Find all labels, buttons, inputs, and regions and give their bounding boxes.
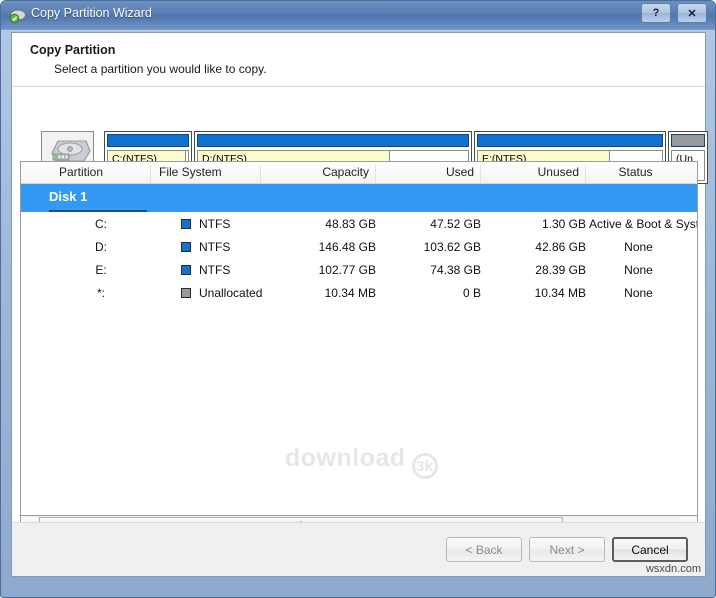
partition-head-bar [477, 134, 663, 147]
disk-group-label: Disk 1 [49, 189, 88, 204]
column-header-capacity[interactable]: Capacity [261, 165, 376, 183]
filesystem-color-swatch [181, 265, 191, 275]
cell-partition: C: [95, 217, 107, 231]
cell-status: Active & Boot & Syste [589, 217, 698, 231]
window-title: Copy Partition Wizard [31, 6, 152, 20]
cancel-button[interactable]: Cancel [612, 537, 688, 562]
cell-status: None [624, 286, 653, 300]
watermark-badge: 3k [411, 453, 438, 479]
cell-used: 0 B [462, 286, 481, 300]
filesystem-color-swatch [181, 219, 191, 229]
column-header-partition[interactable]: Partition [51, 165, 151, 183]
partition-list[interactable]: Partition File System Capacity Used Unus… [20, 161, 698, 516]
title-bar: Copy Partition Wizard ? ✕ [1, 1, 715, 30]
cell-used: 74.38 GB [430, 263, 481, 277]
table-group-row-disk-1[interactable]: Disk 1 [21, 184, 697, 212]
cell-partition: D: [95, 240, 107, 254]
cell-used: 103.62 GB [423, 240, 481, 254]
cell-used: 47.52 GB [430, 217, 481, 231]
column-header-used[interactable]: Used [376, 165, 481, 183]
cell-partition: E: [95, 263, 107, 277]
column-header-file-system[interactable]: File System [151, 165, 261, 183]
watermark-text: download [285, 444, 406, 472]
download-watermark: download 3k [285, 444, 438, 479]
wizard-client-area: Copy Partition Select a partition you wo… [11, 32, 708, 577]
disk-wizard-icon [9, 7, 26, 24]
cell-file-system: NTFS [199, 263, 231, 277]
cell-file-system: Unallocated [199, 286, 263, 300]
cell-status: None [624, 240, 653, 254]
next-button[interactable]: Next > [529, 537, 605, 562]
wizard-button-bar: < Back Next > Cancel wsxdn.com [12, 522, 705, 576]
column-header-unused[interactable]: Unused [481, 165, 586, 183]
partition-head-bar [671, 134, 705, 147]
close-button[interactable]: ✕ [677, 3, 707, 23]
cell-capacity: 146.48 GB [318, 240, 376, 254]
wizard-header: Copy Partition Select a partition you wo… [12, 33, 705, 87]
cell-capacity: 48.83 GB [325, 217, 376, 231]
cell-unused: 1.30 GB [541, 217, 586, 231]
table-row[interactable]: C: NTFS 48.83 GB 47.52 GB 1.30 GB Active… [21, 213, 697, 236]
cell-file-system: NTFS [199, 240, 231, 254]
cell-unused: 10.34 MB [534, 286, 586, 300]
partition-head-bar [197, 134, 469, 147]
table-column-header: Partition File System Capacity Used Unus… [21, 162, 697, 184]
cell-file-system: NTFS [199, 217, 231, 231]
page-subtitle: Select a partition you would like to cop… [54, 62, 267, 76]
disk-group-underline [49, 210, 147, 212]
help-button[interactable]: ? [641, 3, 671, 23]
cell-capacity: 102.77 GB [318, 263, 376, 277]
copy-partition-wizard-window: Copy Partition Wizard ? ✕ Copy Partition… [0, 0, 716, 598]
disk-map: 298.1 GB C:(NTFS) 48.83 GB D:(NTFS) 146.… [12, 88, 708, 184]
back-button[interactable]: < Back [446, 537, 522, 562]
page-title: Copy Partition [30, 43, 116, 57]
filesystem-color-swatch [181, 242, 191, 252]
column-header-status[interactable]: Status [586, 165, 691, 183]
table-row[interactable]: E: NTFS 102.77 GB 74.38 GB 28.39 GB None [21, 259, 697, 282]
filesystem-color-swatch [181, 288, 191, 298]
cell-status: None [624, 263, 653, 277]
cell-unused: 28.39 GB [535, 263, 586, 277]
table-row[interactable]: *: Unallocated 10.34 MB 0 B 10.34 MB Non… [21, 282, 697, 305]
site-watermark: wsxdn.com [645, 563, 701, 575]
partition-head-bar [107, 134, 189, 147]
cell-capacity: 10.34 MB [324, 286, 376, 300]
cell-unused: 42.86 GB [535, 240, 586, 254]
table-row[interactable]: D: NTFS 146.48 GB 103.62 GB 42.86 GB Non… [21, 236, 697, 259]
cell-partition: *: [96, 286, 105, 300]
